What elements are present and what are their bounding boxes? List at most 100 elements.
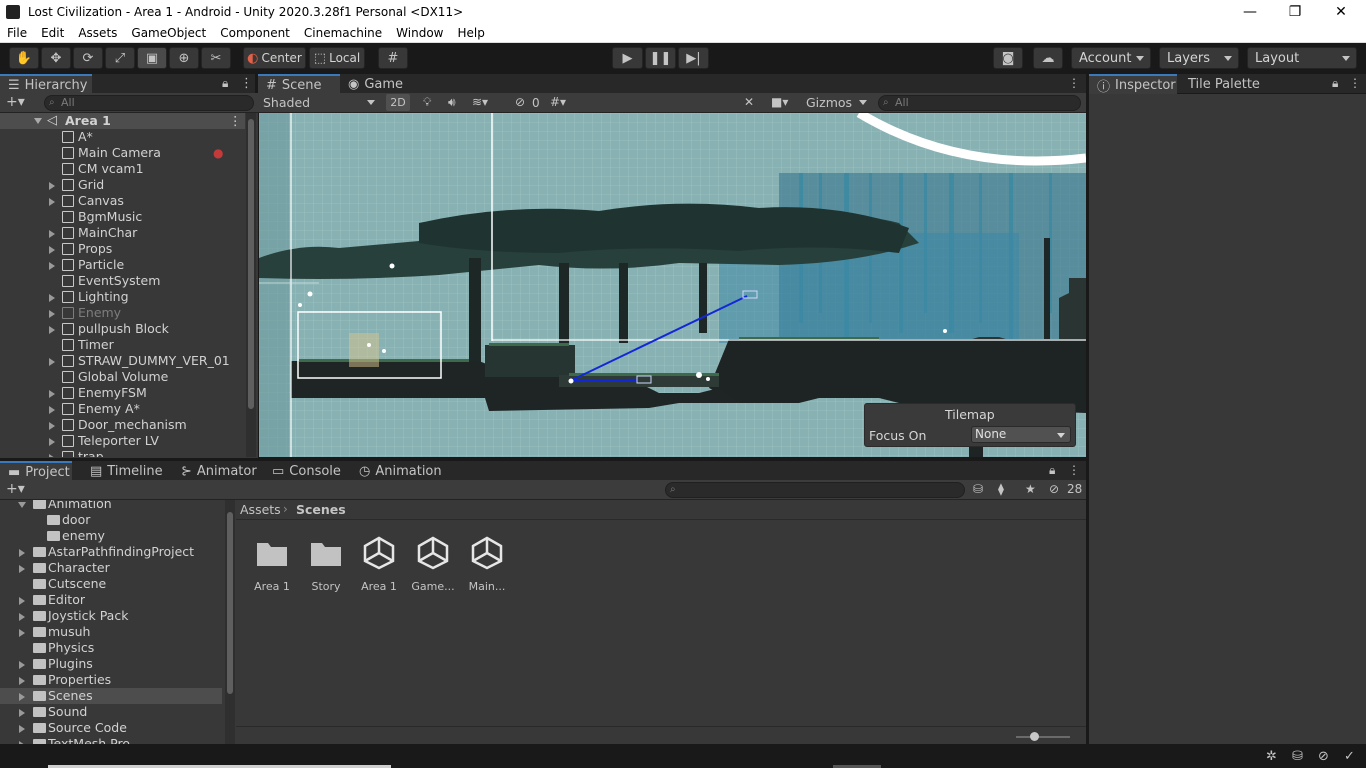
maximize-button[interactable]: ❐ xyxy=(1272,0,1318,24)
grid-snap-button[interactable]: # xyxy=(378,47,408,69)
audio-toggle-icon[interactable]: 🔊︎ xyxy=(448,95,456,110)
lock-icon[interactable]: 🔒︎ xyxy=(1049,463,1055,478)
project-folder-item[interactable]: Physics xyxy=(0,640,222,656)
camera-icon[interactable]: ■▾ xyxy=(771,95,788,109)
tab-tile-palette[interactable]: Tile Palette xyxy=(1180,74,1270,94)
toggle-2d-button[interactable]: 2D xyxy=(386,94,410,111)
hierarchy-search-input[interactable]: ⌕ All xyxy=(44,95,254,111)
check-circle-icon[interactable]: ✓ xyxy=(1344,749,1355,764)
project-folder-item[interactable]: Cutscene xyxy=(0,576,222,592)
scene-search-input[interactable]: ⌕ All xyxy=(878,95,1081,111)
project-folder-item[interactable]: door xyxy=(0,512,222,528)
icon-size-slider-track[interactable] xyxy=(1016,736,1070,738)
tab-timeline[interactable]: ▤ Timeline xyxy=(82,461,163,481)
project-folder-item[interactable]: Scenes xyxy=(0,688,222,704)
expand-arrow-icon[interactable] xyxy=(19,725,25,733)
project-folder-item[interactable]: enemy xyxy=(0,528,222,544)
tab-game[interactable]: ◉ Game xyxy=(340,74,410,94)
favorites-icon[interactable]: ★ xyxy=(1025,482,1036,496)
tab-console[interactable]: ▭ Console xyxy=(264,461,344,481)
expand-arrow-icon[interactable] xyxy=(19,613,25,621)
tab-hierarchy[interactable]: ☰ Hierarchy xyxy=(0,74,92,94)
hierarchy-item[interactable]: Teleporter LV xyxy=(0,433,245,449)
hierarchy-item[interactable]: pullpush Block xyxy=(0,321,245,337)
project-folder-item[interactable]: musuh xyxy=(0,624,222,640)
project-folder-item[interactable]: Sound xyxy=(0,704,222,720)
expand-arrow-icon[interactable] xyxy=(19,597,25,605)
transform-tool-button[interactable]: ⊕ xyxy=(169,47,199,69)
scene-root-row[interactable]: ◁ Area 1 ⋮ xyxy=(0,113,245,129)
hierarchy-item[interactable]: EventSystem xyxy=(0,273,245,289)
hierarchy-item[interactable]: Grid xyxy=(0,177,245,193)
project-folder-item[interactable]: Editor xyxy=(0,592,222,608)
search-by-type-icon[interactable]: ⛁ xyxy=(973,482,983,496)
debug-icon[interactable]: ✲ xyxy=(1266,749,1277,764)
tab-animation[interactable]: ◷ Animation xyxy=(351,461,442,481)
gizmos-dropdown[interactable]: Gizmos xyxy=(804,93,869,112)
expand-arrow-icon[interactable] xyxy=(49,246,55,254)
minimize-button[interactable]: — xyxy=(1227,0,1273,24)
hierarchy-item[interactable]: Enemy A* xyxy=(0,401,245,417)
project-search-input[interactable]: ⌕ xyxy=(665,482,965,498)
kebab-menu-icon[interactable]: ⋮ xyxy=(1068,76,1080,90)
expand-arrow-icon[interactable] xyxy=(49,182,55,190)
kebab-menu-icon[interactable]: ⋮ xyxy=(1068,463,1080,477)
project-folder-item[interactable]: Joystick Pack xyxy=(0,608,222,624)
hidden-packages-icon[interactable]: ⊘ xyxy=(1049,482,1059,496)
expand-arrow-icon[interactable] xyxy=(49,390,55,398)
tab-inspector[interactable]: ⓘ Inspector xyxy=(1089,74,1177,95)
asset-folder[interactable]: Story xyxy=(300,534,352,594)
expand-arrow-icon[interactable] xyxy=(19,693,25,701)
hierarchy-scrollbar[interactable] xyxy=(246,113,256,457)
menu-file[interactable]: File xyxy=(0,26,34,40)
tab-project[interactable]: ▬ Project xyxy=(0,461,72,481)
menu-cinemachine[interactable]: Cinemachine xyxy=(297,26,389,40)
project-folder-item[interactable]: Character xyxy=(0,560,222,576)
expand-arrow-icon[interactable] xyxy=(49,358,55,366)
expand-arrow-icon[interactable] xyxy=(49,326,55,334)
scene-menu-icon[interactable]: ⋮ xyxy=(229,113,242,129)
project-folder-item[interactable]: Source Code xyxy=(0,720,222,736)
hierarchy-item[interactable]: Global Volume xyxy=(0,369,245,385)
expand-arrow-icon[interactable] xyxy=(49,262,55,270)
project-folder-item[interactable]: Animation xyxy=(0,500,222,512)
close-button[interactable]: ✕ xyxy=(1318,0,1364,24)
kebab-menu-icon[interactable]: ⋮ xyxy=(240,76,253,91)
scene-viewport[interactable]: Tilemap Focus On None xyxy=(259,113,1086,457)
expand-arrow-icon[interactable] xyxy=(19,709,25,717)
expand-arrow-icon[interactable] xyxy=(19,661,25,669)
layout-dropdown[interactable]: Layout xyxy=(1247,47,1357,69)
hidden-objects-icon[interactable]: ⊘ xyxy=(515,95,525,109)
pivot-local-button[interactable]: ⬚ Local xyxy=(309,47,365,69)
menu-edit[interactable]: Edit xyxy=(34,26,71,40)
hierarchy-item[interactable]: EnemyFSM xyxy=(0,385,245,401)
step-button[interactable]: ▶| xyxy=(678,47,709,69)
hierarchy-item[interactable]: Particle xyxy=(0,257,245,273)
tools-icon[interactable]: ✕ xyxy=(744,95,754,109)
hierarchy-item[interactable]: Door_mechanism xyxy=(0,417,245,433)
icon-size-slider-thumb[interactable] xyxy=(1030,732,1039,741)
breadcrumb-assets[interactable]: Assets xyxy=(240,502,281,517)
hierarchy-item[interactable]: Canvas xyxy=(0,193,245,209)
expand-arrow-icon[interactable] xyxy=(49,422,55,430)
expand-arrow-icon[interactable] xyxy=(34,118,42,124)
effects-toggle-icon[interactable]: ≋▾ xyxy=(472,95,488,109)
project-tree-scrollbar[interactable] xyxy=(225,500,235,744)
asset-scene[interactable]: Area 1 xyxy=(353,534,405,594)
expand-arrow-icon[interactable] xyxy=(49,454,55,457)
menu-help[interactable]: Help xyxy=(451,26,492,40)
hierarchy-item[interactable]: Enemy xyxy=(0,305,245,321)
expand-arrow-icon[interactable] xyxy=(19,549,25,557)
asset-scene[interactable]: Game... xyxy=(407,534,459,594)
account-dropdown[interactable]: Account xyxy=(1071,47,1151,69)
hierarchy-item[interactable]: BgmMusic xyxy=(0,209,245,225)
hierarchy-item[interactable]: Props xyxy=(0,241,245,257)
hierarchy-item[interactable]: Lighting xyxy=(0,289,245,305)
hierarchy-item[interactable]: STRAW_DUMMY_VER_01 xyxy=(0,353,245,369)
tab-scene[interactable]: # Scene xyxy=(258,74,340,94)
breadcrumb-scenes[interactable]: Scenes xyxy=(296,502,346,517)
bake-icon[interactable]: ⛁ xyxy=(1292,749,1303,764)
kebab-menu-icon[interactable]: ⋮ xyxy=(1349,76,1361,90)
auto-generate-icon[interactable]: ⊘ xyxy=(1318,749,1329,764)
tab-animator[interactable]: ⊱ Animator xyxy=(173,461,257,481)
